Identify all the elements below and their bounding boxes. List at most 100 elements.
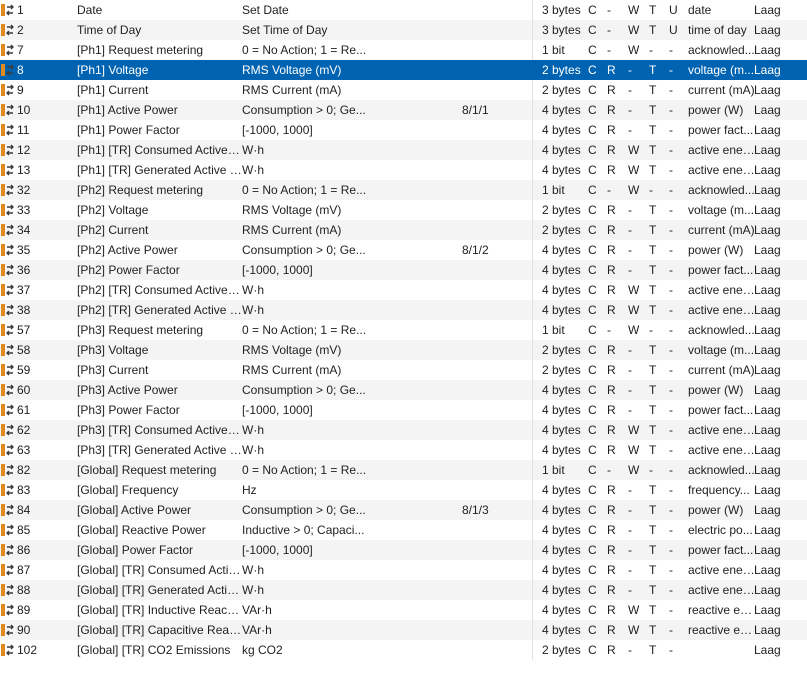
table-row[interactable]: 11 [Ph1] Power Factor [-1000, 1000] 4 by… xyxy=(0,120,807,140)
table-row[interactable]: 37 [Ph2] [TR] Consumed Active E... W·h 4… xyxy=(0,280,807,300)
priority: Laag xyxy=(754,83,781,97)
flag-communication: C xyxy=(588,383,597,397)
object-number: 83 xyxy=(17,483,31,497)
flag-write: W xyxy=(628,183,640,197)
table-row[interactable]: 84 [Global] Active Power Consumption > 0… xyxy=(0,500,807,520)
flag-read: R xyxy=(607,423,616,437)
flag-read: R xyxy=(607,123,616,137)
flag-write: W xyxy=(628,323,640,337)
flag-write: W xyxy=(628,283,640,297)
group-address xyxy=(462,260,532,280)
flag-communication: C xyxy=(588,423,597,437)
object-number: 90 xyxy=(17,623,31,637)
flag-communication: C xyxy=(588,623,597,637)
group-object-icon xyxy=(0,520,16,540)
group-object-icon xyxy=(0,180,16,200)
object-name: [Ph1] [TR] Generated Active En... xyxy=(77,163,242,177)
object-name: [Ph3] Power Factor xyxy=(77,403,180,417)
object-name: [Global] [TR] Capacitive Reacti... xyxy=(77,623,242,637)
object-function: RMS Voltage (mV) xyxy=(242,203,342,217)
table-row[interactable]: 59 [Ph3] Current RMS Current (mA) 2 byte… xyxy=(0,360,807,380)
flag-transmit: T xyxy=(649,3,657,17)
datapoint-type: power (W) xyxy=(688,383,744,397)
table-row[interactable]: 57 [Ph3] Request metering 0 = No Action;… xyxy=(0,320,807,340)
table-row[interactable]: 63 [Ph3] [TR] Generated Active E... W·h … xyxy=(0,440,807,460)
flag-update: - xyxy=(669,263,673,277)
object-name: [Global] [TR] Inductive Reactiv... xyxy=(77,603,242,617)
priority: Laag xyxy=(754,63,781,77)
group-object-icon xyxy=(0,280,16,300)
table-row[interactable]: 60 [Ph3] Active Power Consumption > 0; G… xyxy=(0,380,807,400)
flag-transmit: T xyxy=(649,503,657,517)
flag-update: - xyxy=(669,403,673,417)
object-name: [Ph3] [TR] Generated Active E... xyxy=(77,443,242,457)
flag-write: W xyxy=(628,143,640,157)
flag-read: R xyxy=(607,303,616,317)
table-row[interactable]: 33 [Ph2] Voltage RMS Voltage (mV) 2 byte… xyxy=(0,200,807,220)
table-row[interactable]: 85 [Global] Reactive Power Inductive > 0… xyxy=(0,520,807,540)
object-function: W·h xyxy=(242,283,264,297)
flag-read: R xyxy=(607,243,616,257)
flag-read: R xyxy=(607,563,616,577)
object-function: Consumption > 0; Ge... xyxy=(242,383,366,397)
table-row[interactable]: 83 [Global] Frequency Hz 4 bytes C R - T… xyxy=(0,480,807,500)
table-row[interactable]: 36 [Ph2] Power Factor [-1000, 1000] 4 by… xyxy=(0,260,807,280)
flag-update: - xyxy=(669,43,673,57)
table-row[interactable]: 10 [Ph1] Active Power Consumption > 0; G… xyxy=(0,100,807,120)
datapoint-type: power (W) xyxy=(688,503,744,517)
table-row[interactable]: 2 Time of Day Set Time of Day 3 bytes C … xyxy=(0,20,807,40)
flag-transmit: T xyxy=(649,143,657,157)
table-row[interactable]: 82 [Global] Request metering 0 = No Acti… xyxy=(0,460,807,480)
datapoint-type: active ener... xyxy=(688,143,755,157)
object-name: [Global] Reactive Power xyxy=(77,523,206,537)
table-row[interactable]: 88 [Global] [TR] Generated Active... W·h… xyxy=(0,580,807,600)
datapoint-type: current (mA) xyxy=(688,363,755,377)
table-row[interactable]: 32 [Ph2] Request metering 0 = No Action;… xyxy=(0,180,807,200)
object-name: Date xyxy=(77,3,103,17)
table-row[interactable]: 1 Date Set Date 3 bytes C - W T U date L… xyxy=(0,0,807,20)
object-function: W·h xyxy=(242,303,264,317)
table-row-selected[interactable]: 8 [Ph1] Voltage RMS Voltage (mV) 2 bytes… xyxy=(0,60,807,80)
table-row[interactable]: 9 [Ph1] Current RMS Current (mA) 2 bytes… xyxy=(0,80,807,100)
table-row[interactable]: 62 [Ph3] [TR] Consumed Active E... W·h 4… xyxy=(0,420,807,440)
object-name: [Ph2] Active Power xyxy=(77,243,178,257)
table-row[interactable]: 38 [Ph2] [TR] Generated Active E... W·h … xyxy=(0,300,807,320)
flag-write: - xyxy=(628,383,632,397)
table-row[interactable]: 89 [Global] [TR] Inductive Reactiv... VA… xyxy=(0,600,807,620)
flag-communication: C xyxy=(588,443,597,457)
table-row[interactable]: 86 [Global] Power Factor [-1000, 1000] 4… xyxy=(0,540,807,560)
group-object-icon xyxy=(0,100,16,120)
flag-transmit: T xyxy=(649,343,657,357)
flag-write: W xyxy=(628,423,640,437)
group-address xyxy=(462,560,532,580)
datapoint-type: power fact... xyxy=(688,123,754,137)
table-row[interactable]: 35 [Ph2] Active Power Consumption > 0; G… xyxy=(0,240,807,260)
table-row[interactable]: 7 [Ph1] Request metering 0 = No Action; … xyxy=(0,40,807,60)
group-address xyxy=(462,140,532,160)
flag-read: R xyxy=(607,483,616,497)
column-divider xyxy=(532,120,533,140)
group-object-icon xyxy=(0,500,16,520)
table-row[interactable]: 90 [Global] [TR] Capacitive Reacti... VA… xyxy=(0,620,807,640)
priority: Laag xyxy=(754,3,781,17)
object-name: [Global] Frequency xyxy=(77,483,179,497)
flag-write: - xyxy=(628,583,632,597)
table-row[interactable]: 87 [Global] [TR] Consumed Activ... W·h 4… xyxy=(0,560,807,580)
object-function: W·h xyxy=(242,163,264,177)
column-divider xyxy=(532,320,533,340)
object-function: W·h xyxy=(242,443,264,457)
datapoint-type: power (W) xyxy=(688,103,744,117)
table-row[interactable]: 12 [Ph1] [TR] Consumed Active E... W·h 4… xyxy=(0,140,807,160)
table-row[interactable]: 13 [Ph1] [TR] Generated Active En... W·h… xyxy=(0,160,807,180)
flag-write: - xyxy=(628,263,632,277)
table-row[interactable]: 58 [Ph3] Voltage RMS Voltage (mV) 2 byte… xyxy=(0,340,807,360)
table-row[interactable]: 102 [Global] [TR] CO2 Emissions kg CO2 2… xyxy=(0,640,807,660)
table-row[interactable]: 61 [Ph3] Power Factor [-1000, 1000] 4 by… xyxy=(0,400,807,420)
object-function: VAr·h xyxy=(242,623,272,637)
priority: Laag xyxy=(754,623,781,637)
object-number: 85 xyxy=(17,523,31,537)
group-object-icon xyxy=(0,460,16,480)
flag-update: - xyxy=(669,163,673,177)
table-row[interactable]: 34 [Ph2] Current RMS Current (mA) 2 byte… xyxy=(0,220,807,240)
object-number: 61 xyxy=(17,403,31,417)
